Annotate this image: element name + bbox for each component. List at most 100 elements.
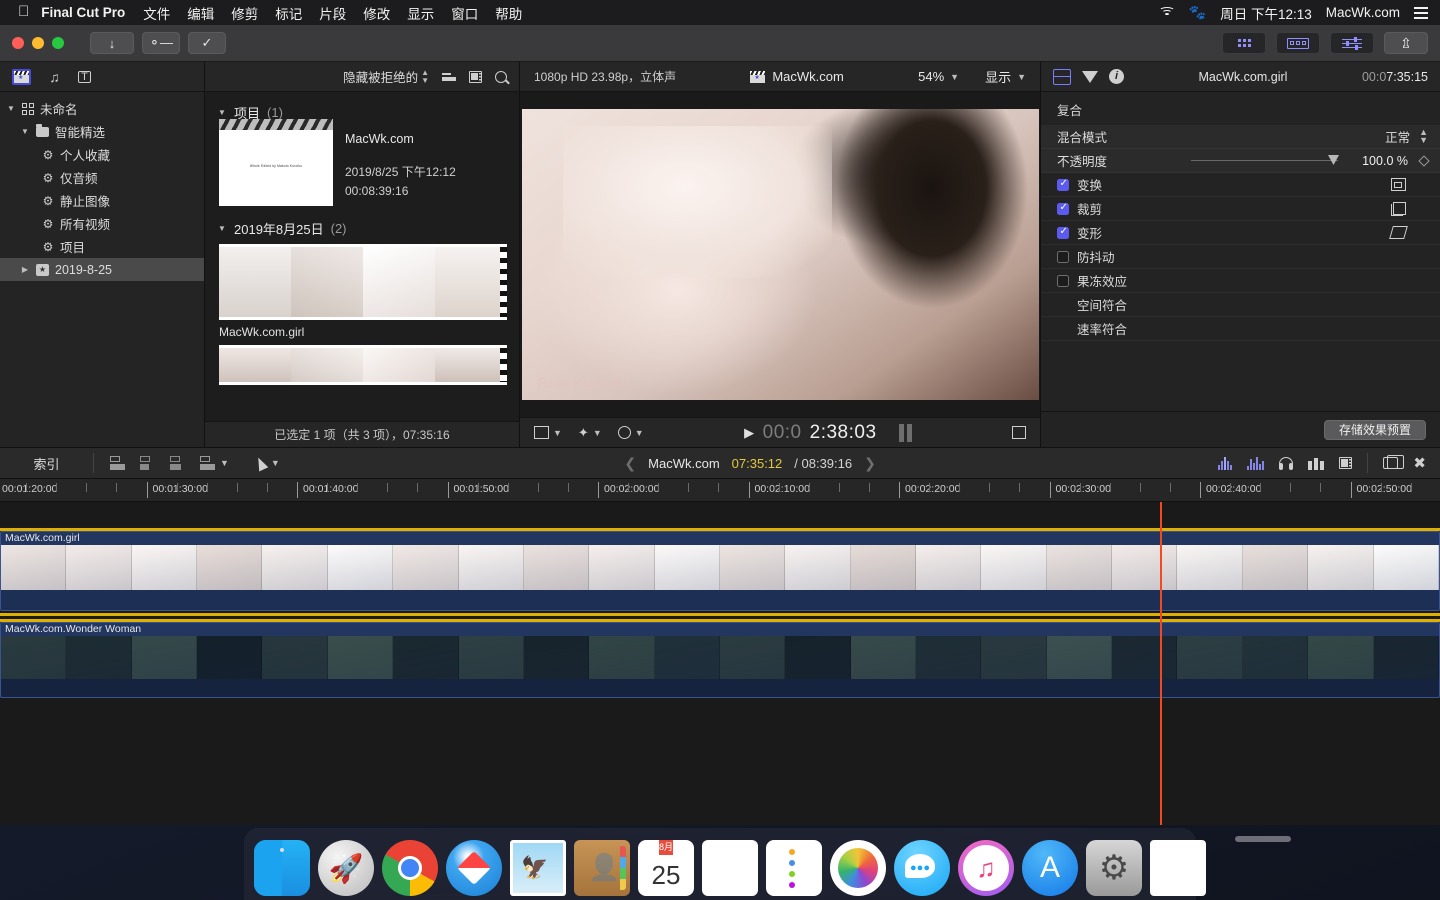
- timeline-ruler[interactable]: 00:01:20:00 00:01:30:00 00:01:40:00 00:01:5…: [0, 479, 1440, 502]
- sidebar-item-projects[interactable]: ⚙ 项目: [0, 235, 204, 258]
- inspector-row-stabilization[interactable]: 防抖动: [1041, 245, 1440, 269]
- transitions-icon[interactable]: [1276, 32, 1320, 54]
- menu-item-help[interactable]: 帮助: [495, 3, 522, 23]
- blend-mode-select[interactable]: 正常 ▲ ▼: [1385, 127, 1428, 146]
- menu-item-trim[interactable]: 修剪: [231, 3, 258, 23]
- titles-tab[interactable]: T: [78, 70, 91, 83]
- fullscreen-expand-icon[interactable]: [1012, 426, 1026, 439]
- distort-checkbox[interactable]: [1057, 226, 1069, 239]
- audio-inspector-icon[interactable]: [1082, 70, 1098, 83]
- append-edit-icon[interactable]: [110, 456, 125, 470]
- timeline-index-button[interactable]: 索引: [0, 454, 93, 473]
- rolling-shutter-checkbox[interactable]: [1057, 274, 1069, 287]
- minimize-button[interactable]: [32, 37, 44, 49]
- menu-item-file[interactable]: 文件: [143, 3, 170, 23]
- audio-skimming-icon[interactable]: [1308, 457, 1325, 470]
- timeline-window-icon[interactable]: [1383, 455, 1405, 469]
- viewer-image[interactable]: Reon Kurosaki: [521, 109, 1039, 400]
- timeline-current-time[interactable]: 07:35:12: [732, 456, 783, 471]
- dock-item-mail[interactable]: [510, 840, 566, 896]
- browser-filter-select[interactable]: 隐藏被拒绝的 ▲ ▼: [343, 67, 429, 86]
- sidebar-item-smart-collections[interactable]: ▼ 智能精选: [0, 120, 204, 143]
- select-tool-icon[interactable]: ▼: [253, 454, 280, 472]
- sidebar-item-audio-only[interactable]: ⚙ 仅音频: [0, 166, 204, 189]
- vpn-fox-icon[interactable]: 🐾: [1189, 4, 1206, 21]
- dock-item-messages[interactable]: [894, 840, 950, 896]
- inspector-row-blend-mode[interactable]: 混合模式 正常 ▲ ▼: [1041, 125, 1440, 149]
- effects-grid-icon[interactable]: [1222, 32, 1266, 54]
- inspector-row-distort[interactable]: 变形: [1041, 221, 1440, 245]
- apple-logo-icon[interactable]: : [8, 4, 41, 21]
- inspector-row-spatial-conform[interactable]: 空间符合: [1041, 293, 1440, 317]
- inspector-row-transform[interactable]: 变换: [1041, 173, 1440, 197]
- distort-icon[interactable]: [1388, 226, 1408, 239]
- dock-item-notes[interactable]: [702, 840, 758, 896]
- window-controls[interactable]: [12, 37, 64, 49]
- keyframe-diamond-icon[interactable]: [1418, 154, 1430, 167]
- browser-clip-filmstrip[interactable]: [219, 244, 507, 320]
- keyword-key-icon[interactable]: ⚬—: [142, 32, 180, 54]
- dock-item-safari[interactable]: [446, 840, 502, 896]
- timeline-clip-girl[interactable]: MacWk.com.girl: [0, 531, 1440, 611]
- connect-edit-icon[interactable]: [170, 456, 185, 470]
- menu-item-view[interactable]: 显示: [407, 3, 434, 23]
- dock-item-system-preferences[interactable]: ⚙: [1086, 840, 1142, 896]
- sidebar-item-stills[interactable]: ⚙ 静止图像: [0, 189, 204, 212]
- control-center-icon[interactable]: [1414, 6, 1428, 19]
- transform-icon[interactable]: [1390, 178, 1406, 191]
- viewer-zoom-select[interactable]: 54% ▼: [918, 69, 959, 84]
- disclosure-triangle-icon[interactable]: ▼: [217, 108, 227, 117]
- opacity-value[interactable]: 100.0 %: [1346, 154, 1408, 168]
- dock-item-finder[interactable]: [254, 840, 310, 896]
- browser-clip-filmstrip[interactable]: [219, 345, 507, 385]
- crop-icon[interactable]: [1391, 202, 1406, 216]
- playhead[interactable]: [1160, 502, 1162, 825]
- menubar-user[interactable]: MacWk.com: [1326, 5, 1400, 20]
- filmstrip-view-icon[interactable]: [469, 70, 482, 83]
- maximize-button[interactable]: [52, 37, 64, 49]
- browser-project-item[interactable]: Whole Edited by Makoto Kuroiko MacWk.com…: [205, 119, 519, 216]
- sidebar-item-event-2019-8-25[interactable]: ▶ ★ 2019-8-25: [0, 258, 204, 281]
- disclosure-triangle-icon[interactable]: ▼: [6, 104, 16, 113]
- retime-speed-icon[interactable]: ▼: [617, 426, 644, 439]
- inspector-row-crop[interactable]: 裁剪: [1041, 197, 1440, 221]
- dock-item-itunes[interactable]: ♫: [958, 840, 1014, 896]
- menubar-clock[interactable]: 周日 下午12:13: [1220, 3, 1312, 23]
- inspector-row-rolling-shutter[interactable]: 果冻效应: [1041, 269, 1440, 293]
- menu-item-clip[interactable]: 片段: [319, 3, 346, 23]
- stabilization-checkbox[interactable]: [1057, 250, 1069, 263]
- browser-section-header[interactable]: ▼ 2019年8月25日 (2): [205, 216, 519, 244]
- save-effects-preset-button[interactable]: 存储效果预置: [1323, 419, 1426, 440]
- project-thumbnail[interactable]: Whole Edited by Makoto Kuroiko: [219, 119, 333, 206]
- disclosure-triangle-icon[interactable]: ▼: [20, 127, 30, 136]
- dock-item-contacts[interactable]: 👤: [574, 840, 630, 896]
- audio-meters-icon[interactable]: [1218, 456, 1233, 470]
- opacity-slider[interactable]: [1191, 155, 1339, 165]
- sidebar-item-all-video[interactable]: ⚙ 所有视频: [0, 212, 204, 235]
- transform-checkbox[interactable]: [1057, 178, 1069, 191]
- menu-item-window[interactable]: 窗口: [451, 3, 478, 23]
- search-icon[interactable]: [495, 70, 507, 83]
- inspector-row-rate-conform[interactable]: 速率符合: [1041, 317, 1440, 341]
- dock-item-calendar[interactable]: 8月 25: [638, 840, 694, 896]
- dock-item-photos[interactable]: [830, 840, 886, 896]
- menu-item-mark[interactable]: 标记: [275, 3, 302, 23]
- dock-item-appstore[interactable]: A: [1022, 840, 1078, 896]
- sidebar-item-library[interactable]: ▼ 未命名: [0, 97, 204, 120]
- overwrite-edit-icon[interactable]: ▼: [200, 456, 229, 470]
- dock-item-final-cut-pro[interactable]: [1150, 840, 1206, 896]
- headphones-icon[interactable]: [1279, 457, 1294, 470]
- disclosure-triangle-icon[interactable]: ▶: [20, 265, 30, 274]
- close-button[interactable]: [12, 37, 24, 49]
- dock-item-chrome[interactable]: [382, 840, 438, 896]
- clip-appearance-icon[interactable]: [1339, 457, 1353, 469]
- inspector-sliders-icon[interactable]: [1330, 32, 1374, 54]
- menu-app-name[interactable]: Final Cut Pro: [41, 5, 125, 20]
- disclosure-triangle-icon[interactable]: ▼: [217, 224, 227, 233]
- timeline-close-icon[interactable]: ✖: [1413, 454, 1426, 472]
- timeline-canvas[interactable]: MacWk.com.girl MacWk.com.Wonder Woman: [0, 502, 1440, 825]
- dock-item-launchpad[interactable]: 🚀: [318, 840, 374, 896]
- inspector-row-opacity[interactable]: 不透明度 100.0 %: [1041, 149, 1440, 173]
- share-export-icon[interactable]: ⇫: [1384, 32, 1428, 54]
- libraries-tab[interactable]: [12, 68, 31, 85]
